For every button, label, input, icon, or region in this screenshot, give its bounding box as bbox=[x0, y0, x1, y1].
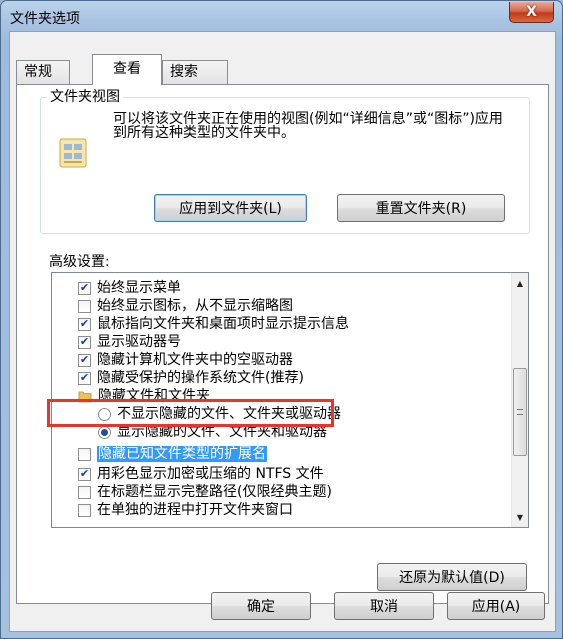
advanced-settings-label: 高级设置: bbox=[49, 254, 110, 270]
folder-view-title: 文件夹视图 bbox=[47, 89, 123, 105]
scroll-down-arrow-icon[interactable]: ▼ bbox=[512, 509, 528, 526]
radio-dot bbox=[101, 428, 108, 436]
apply-button[interactable]: 应用(A) bbox=[447, 592, 545, 620]
list-item[interactable]: 显示隐藏的文件、文件夹和驱动器 bbox=[98, 424, 327, 440]
ok-button[interactable]: 确定 bbox=[211, 592, 311, 620]
list-item: 隐藏文件和文件夹 bbox=[78, 388, 210, 404]
list-item[interactable]: ✔ 隐藏计算机文件夹中的空驱动器 bbox=[78, 352, 293, 368]
list-item[interactable]: 始终显示图标，从不显示缩略图 bbox=[78, 298, 293, 314]
window-title: 文件夹选项 bbox=[10, 11, 80, 27]
close-button[interactable]: X bbox=[509, 2, 554, 23]
checkbox-unchecked[interactable] bbox=[78, 447, 91, 461]
list-item-hide-extensions[interactable]: 隐藏已知文件类型的扩展名 bbox=[78, 446, 267, 462]
grip-icon bbox=[517, 409, 523, 415]
list-item[interactable]: 不显示隐藏的文件、文件夹或驱动器 bbox=[98, 406, 341, 422]
folder-view-group: 文件夹视图 可以将该文件夹正在使用的视图(例如“详细信息”或“图标”)应用到所有… bbox=[40, 89, 530, 234]
folder-options-window: 文件夹选项 X 常规 查看 搜索 文件夹视图 可以将该文件夹正在使用的视图(例如… bbox=[0, 0, 563, 639]
radio-selected[interactable] bbox=[98, 425, 111, 439]
list-item[interactable]: 在单独的进程中打开文件夹窗口 bbox=[78, 502, 293, 518]
reset-folders-button[interactable]: 重置文件夹(R) bbox=[337, 194, 505, 222]
scroll-up-arrow-icon[interactable]: ▲ bbox=[512, 275, 528, 292]
checkbox-checked[interactable]: ✔ bbox=[78, 353, 91, 367]
radio-unselected[interactable] bbox=[98, 407, 111, 421]
apply-to-folders-button[interactable]: 应用到文件夹(L) bbox=[154, 194, 307, 222]
checkbox-unchecked[interactable] bbox=[78, 299, 91, 313]
vertical-scrollbar[interactable]: ▲ ▼ bbox=[511, 273, 528, 527]
checkbox-checked[interactable]: ✔ bbox=[78, 317, 91, 331]
tab-general[interactable]: 常规 bbox=[16, 60, 70, 84]
folder-view-description: 可以将该文件夹正在使用的视图(例如“详细信息”或“图标”)应用到所有这种类型的文… bbox=[113, 111, 503, 141]
scroll-thumb[interactable] bbox=[513, 368, 527, 456]
list-item[interactable]: ✔ 显示驱动器号 bbox=[78, 334, 181, 350]
list-item[interactable]: ✔ 用彩色显示加密或压缩的 NTFS 文件 bbox=[78, 466, 324, 482]
checkbox-checked[interactable]: ✔ bbox=[78, 281, 91, 295]
checkbox-unchecked[interactable] bbox=[78, 485, 91, 499]
view-tab-panel: 文件夹视图 可以将该文件夹正在使用的视图(例如“详细信息”或“图标”)应用到所有… bbox=[16, 84, 549, 604]
folder-icon bbox=[78, 391, 92, 403]
dialog-client: 常规 查看 搜索 文件夹视图 可以将该文件夹正在使用的视图(例如“详细信息”或“… bbox=[9, 31, 556, 632]
restore-defaults-button[interactable]: 还原为默认值(D) bbox=[377, 563, 527, 591]
folder-view-icon bbox=[59, 138, 87, 168]
list-item[interactable]: 在标题栏显示完整路径(仅限经典主题) bbox=[78, 484, 332, 500]
advanced-settings-list[interactable]: ✔ 始终显示菜单 始终显示图标，从不显示缩略图 ✔ 鼠标指向文件夹和桌面项时显示… bbox=[51, 272, 529, 528]
list-item[interactable]: ✔ 鼠标指向文件夹和桌面项时显示提示信息 bbox=[78, 316, 349, 332]
list-item[interactable]: ✔ 始终显示菜单 bbox=[78, 280, 181, 296]
tab-view[interactable]: 查看 bbox=[92, 54, 162, 85]
close-icon: X bbox=[526, 4, 537, 20]
tab-search[interactable]: 搜索 bbox=[162, 60, 228, 84]
cancel-button[interactable]: 取消 bbox=[334, 592, 434, 620]
checkbox-checked[interactable]: ✔ bbox=[78, 467, 91, 481]
checkbox-unchecked[interactable] bbox=[78, 503, 91, 517]
list-item[interactable]: ✔ 隐藏受保护的操作系统文件(推荐) bbox=[78, 370, 304, 386]
checkbox-checked[interactable]: ✔ bbox=[78, 371, 91, 385]
checkbox-checked[interactable]: ✔ bbox=[78, 335, 91, 349]
